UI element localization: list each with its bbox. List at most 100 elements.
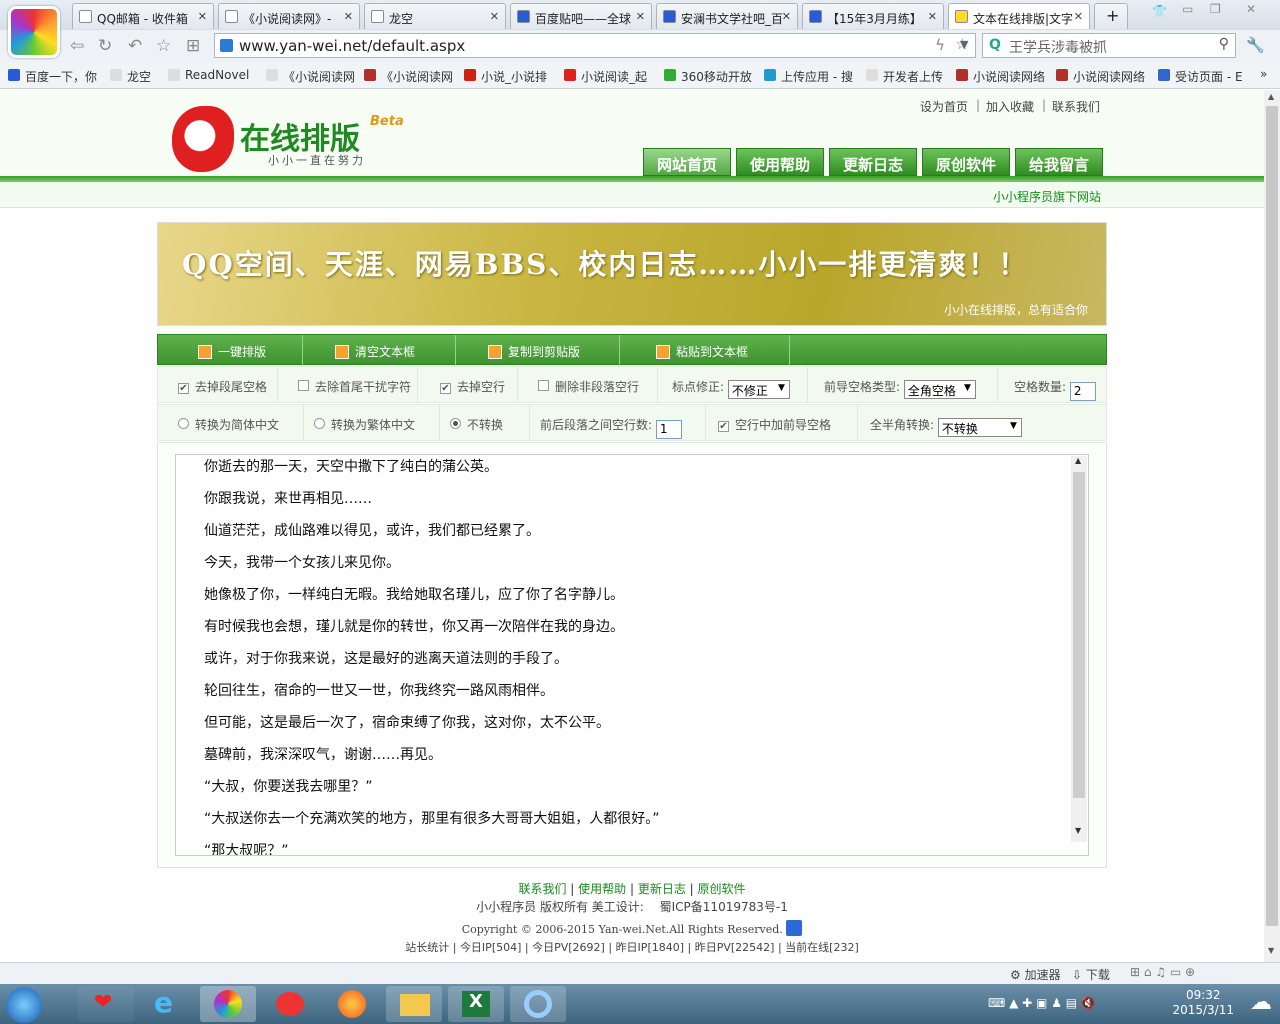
gap-input[interactable]: 1 (655, 420, 682, 439)
tab-monthly[interactable]: 【15年3月月练】 ✕ (802, 3, 944, 29)
bookmark-item[interactable]: 小说_小说排 (464, 68, 547, 85)
bookmark-item[interactable]: 小说阅读_起 (564, 68, 647, 85)
address-bar[interactable]: www.yan-wei.net/default.aspx ϟ ☆ (214, 33, 976, 58)
scroll-up-icon[interactable]: ▲ (1268, 92, 1274, 101)
apps-icon[interactable]: ⊞ (186, 36, 200, 56)
blank-lead-option[interactable]: ✔ 空行中加前导空格 (706, 405, 858, 441)
close-icon[interactable]: ✕ (928, 10, 937, 23)
tab-anlan[interactable]: 安澜书文学社吧_百 ✕ (656, 3, 798, 29)
checkbox-checked[interactable]: ✔ (178, 383, 189, 394)
scroll-down-icon[interactable]: ▼ (1268, 946, 1274, 955)
new-tab-button[interactable]: + (1094, 3, 1128, 29)
checkbox[interactable] (538, 380, 549, 391)
clock[interactable]: 09:32 2015/3/11 (1172, 988, 1234, 1018)
radio[interactable] (178, 418, 189, 429)
tab-longkong[interactable]: 龙空 ✕ (364, 3, 506, 29)
contact-link[interactable]: 联系我们 (1052, 98, 1100, 115)
nav-home[interactable]: 网站首页 (643, 148, 731, 176)
punct-select[interactable]: 不修正 (727, 380, 790, 399)
maximize-icon[interactable]: ❐ (1210, 2, 1221, 16)
status-icons[interactable]: ⊞ ⌂ ♫ ▭ ⊕ (1130, 965, 1195, 979)
nav-software[interactable]: 原创软件 (922, 148, 1010, 176)
clear-button[interactable]: 清空文本框 (303, 335, 456, 365)
checkbox-checked[interactable]: ✔ (440, 383, 451, 394)
skin-icon[interactable]: 👕 (1152, 4, 1167, 18)
set-homepage-link[interactable]: 设为首页 (920, 98, 968, 115)
tab-tieba[interactable]: 百度贴吧——全球 ✕ (510, 3, 652, 29)
accelerator-button[interactable]: ⚙ 加速器 (1010, 966, 1061, 983)
count-input[interactable]: 2 (1069, 382, 1096, 401)
close-icon[interactable]: ✕ (636, 10, 645, 23)
width-select[interactable]: 不转换 (937, 418, 1022, 437)
close-icon[interactable]: ✕ (782, 10, 791, 23)
close-icon[interactable]: ✕ (490, 10, 499, 23)
to-traditional-option[interactable]: 转换为繁体中文 (304, 405, 440, 441)
app-icon[interactable] (510, 986, 566, 1022)
browser-logo-icon[interactable] (8, 6, 60, 58)
favorite-icon[interactable]: ☆ (156, 36, 171, 56)
format-button[interactable]: 一键排版 (158, 335, 303, 365)
bookmark-item[interactable]: 受访页面 - E (1158, 68, 1243, 85)
add-favorite-link[interactable]: 加入收藏 (986, 98, 1034, 115)
tray-icons[interactable]: ⌨ ▲ ✚ ▣ ♟ ▤ 🔇 (988, 996, 1096, 1010)
close-window-icon[interactable]: ✕ (1246, 2, 1256, 16)
close-icon[interactable]: ✕ (344, 10, 353, 23)
no-convert-option[interactable]: 不转换 (440, 405, 530, 441)
lead-select[interactable]: 全角空格 (903, 380, 976, 399)
firefox-icon[interactable] (324, 986, 380, 1022)
scroll-down-icon[interactable]: ▼ (1075, 826, 1081, 835)
close-icon[interactable]: ✕ (1074, 10, 1083, 23)
weather-icon[interactable]: ☁ (1250, 990, 1272, 1015)
tools-icon[interactable]: 🔧 (1246, 36, 1265, 54)
explorer-icon[interactable] (386, 986, 442, 1022)
tab-qq-mail[interactable]: QQ邮箱 - 收件箱 ✕ (72, 3, 214, 29)
refresh-icon[interactable]: ↻ (98, 36, 112, 56)
stat-item[interactable]: 站长统计 (405, 941, 449, 954)
360-browser-icon[interactable] (200, 986, 256, 1022)
remove-nonpara-option[interactable]: 删除非段落空行 (518, 367, 658, 403)
start-button[interactable] (6, 987, 42, 1023)
bookmark-item[interactable]: ReadNovel (168, 68, 249, 82)
editor-scrollbar[interactable]: ▲ ▼ (1071, 456, 1087, 842)
minimize-icon[interactable]: ▭ (1182, 2, 1193, 16)
download-button[interactable]: ⇩ 下载 (1072, 966, 1110, 983)
taskbar-app-icon[interactable]: ❤ (78, 986, 134, 1022)
search-icon[interactable]: ⚲ (1219, 36, 1229, 52)
back-icon[interactable]: ⇦ (70, 36, 84, 56)
trim-junk-option[interactable]: 去除首尾干扰字符 (278, 367, 418, 403)
footer-help[interactable]: 使用帮助 (578, 882, 626, 896)
footer-changelog[interactable]: 更新日志 (638, 882, 686, 896)
nav-message[interactable]: 给我留言 (1015, 148, 1103, 176)
copy-button[interactable]: 复制到剪贴版 (456, 335, 620, 365)
footer-software[interactable]: 原创软件 (698, 882, 746, 896)
to-simplified-option[interactable]: 转换为简体中文 (158, 405, 304, 441)
bookmark-item[interactable]: 小说阅读网络 (956, 68, 1045, 85)
bookmark-item[interactable]: 百度一下，你 (8, 68, 97, 85)
page-scrollbar[interactable]: ▲ ▼ (1264, 90, 1280, 962)
excel-icon[interactable]: X (448, 986, 504, 1022)
scrollbar-thumb[interactable] (1073, 472, 1085, 798)
search-input[interactable]: Q 王学兵涉毒被抓 ⚲ (982, 33, 1236, 58)
tab-novel[interactable]: 《小说阅读网》- ✕ (218, 3, 360, 29)
nav-help[interactable]: 使用帮助 (736, 148, 824, 176)
bookmark-item[interactable]: 《小说阅读网 (364, 68, 453, 85)
checkbox-checked[interactable]: ✔ (718, 421, 729, 432)
close-icon[interactable]: ✕ (198, 10, 207, 23)
bookmark-item[interactable]: 小说阅读网络 (1056, 68, 1145, 85)
tab-active[interactable]: 文本在线排版|文字 ✕ (948, 3, 1090, 29)
undo-icon[interactable]: ↶ (128, 36, 142, 56)
footer-contact[interactable]: 联系我们 (518, 882, 566, 896)
radio-selected[interactable] (450, 418, 461, 429)
text-editor[interactable]: 你逝去的那一天，天空中撒下了纯白的蒲公英。 你跟我说，来世再相见…… 仙道茫茫，成仙… (175, 454, 1089, 856)
scroll-up-icon[interactable]: ▲ (1075, 456, 1081, 465)
cnzz-icon[interactable] (786, 920, 803, 936)
bookmark-item[interactable]: 《小说阅读网 (266, 68, 355, 85)
weibo-icon[interactable] (262, 986, 318, 1022)
lightning-icon[interactable]: ϟ (935, 36, 945, 54)
bookmark-item[interactable]: 360移动开放 (664, 68, 752, 85)
bookmark-item[interactable]: 上传应用 - 搜 (764, 68, 853, 85)
remove-blank-option[interactable]: ✔ 去掉空行 (418, 367, 518, 403)
trim-tail-option[interactable]: ✔ 去掉段尾空格 (158, 367, 278, 403)
scrollbar-thumb[interactable] (1266, 106, 1278, 926)
bookmark-item[interactable]: 开发者上传 (866, 68, 943, 85)
